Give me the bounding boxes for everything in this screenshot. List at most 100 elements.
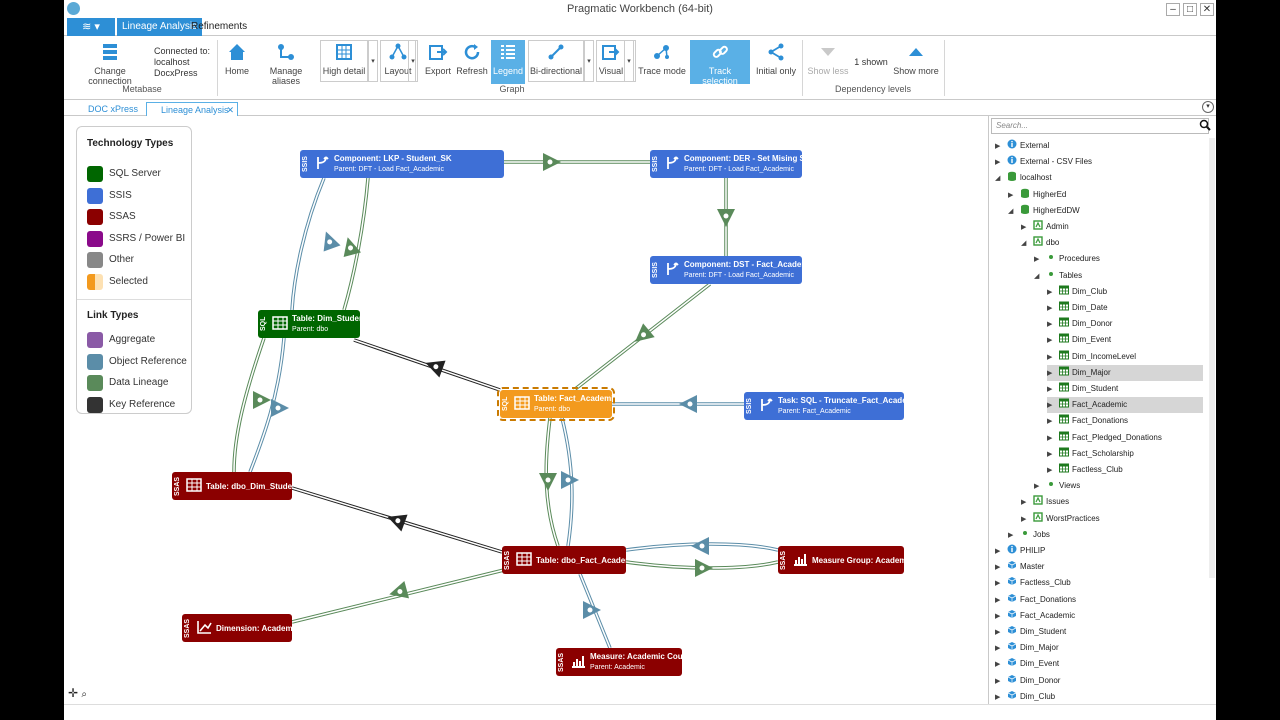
tree-expand-icon[interactable]: ▶ — [1047, 333, 1059, 349]
tree-expand-icon[interactable]: ▶ — [1047, 301, 1059, 317]
tabs-menu-icon[interactable]: ▾ — [1202, 101, 1214, 113]
tree-item[interactable]: ▶ Dim_IncomeLevel — [1047, 349, 1203, 365]
tree-expand-icon[interactable]: ◢ — [995, 171, 1007, 187]
tree-item[interactable]: ▶ Fact_Donations — [1047, 413, 1203, 429]
high-detail-button[interactable]: High detail — [321, 40, 367, 84]
tree-expand-icon[interactable]: ▶ — [1034, 252, 1046, 268]
close-icon[interactable]: ✕ — [1200, 3, 1214, 16]
node-ssasfact[interactable]: SSAS Table: dbo_Fact_Academic — [502, 546, 626, 574]
tree-expand-icon[interactable]: ▶ — [1047, 285, 1059, 301]
tree-item[interactable]: ▶ Factless_Club — [1047, 462, 1203, 478]
node-measuregroup[interactable]: SSAS Measure Group: Academic — [778, 546, 904, 574]
tree-item[interactable]: ▶ Dim_Donor — [1047, 316, 1203, 332]
visual-dropdown[interactable]: ▾ — [624, 40, 634, 82]
tree-expand-icon[interactable]: ▶ — [1008, 528, 1020, 544]
close-tab-icon[interactable]: ✕ — [226, 103, 234, 117]
tree-expand-icon[interactable]: ▶ — [1021, 495, 1033, 511]
tree-item[interactable]: ▶ Views — [1034, 478, 1203, 494]
tree-expand-icon[interactable]: ◢ — [1008, 204, 1020, 220]
tree-expand-icon[interactable]: ◢ — [1034, 269, 1046, 285]
tree-item[interactable]: ▶ Procedures — [1034, 251, 1203, 267]
edge-lkp-dim-ref[interactable] — [291, 177, 325, 311]
edge-dim-fact-key[interactable] — [353, 339, 501, 391]
bidirectional-dropdown[interactable]: ▾ — [584, 40, 594, 82]
change-connection-button[interactable]: Change connection — [72, 40, 148, 86]
tree-expand-icon[interactable]: ▶ — [1047, 463, 1059, 479]
initial-only-button[interactable]: Initial only — [754, 40, 798, 84]
visual-button[interactable]: Visual — [597, 40, 625, 84]
tree-expand-icon[interactable]: ▶ — [995, 560, 1007, 576]
tree-expand-icon[interactable]: ▶ — [995, 625, 1007, 641]
node-dimstudent[interactable]: SQL Table: Dim_Student Parent: dbo — [258, 310, 360, 338]
tab-lineage-analysis-doc[interactable]: Lineage Analysis ✕ — [146, 102, 238, 116]
node-der[interactable]: SSIS Component: DER - Set Mising SKs Paren… — [650, 150, 802, 178]
home-button[interactable]: Home — [222, 40, 252, 84]
tree-item[interactable]: ▶ Admin — [1021, 219, 1203, 235]
bidirectional-button[interactable]: Bi-directional — [529, 40, 583, 84]
tree-item[interactable]: ◢ localhost — [995, 170, 1203, 186]
tree-item[interactable]: ▶ External - CSV Files — [995, 154, 1203, 170]
node-ssasdim[interactable]: SSAS Table: dbo_Dim_Student — [172, 472, 292, 500]
tree-item[interactable]: ▶ Fact_Pledged_Donations — [1047, 430, 1203, 446]
tree-expand-icon[interactable]: ▶ — [1021, 512, 1033, 528]
layout-dropdown[interactable]: ▾ — [408, 40, 418, 82]
tree-expand-icon[interactable]: ▶ — [1047, 398, 1059, 414]
tree-item[interactable]: ▶ Dim_Student — [1047, 381, 1203, 397]
node-lkp[interactable]: SSIS Component: LKP - Student_SK Parent: D… — [300, 150, 504, 178]
tree-expand-icon[interactable]: ▶ — [1021, 220, 1033, 236]
tree-expand-icon[interactable]: ▶ — [995, 139, 1007, 155]
tree-item[interactable]: ▶ Dim_Major — [1047, 364, 1203, 382]
tree-item[interactable]: ▶ Fact_Donations — [995, 592, 1203, 608]
zoom-icon[interactable]: ⌕ — [81, 689, 87, 700]
tree-item[interactable]: ▶ Dim_Donor — [995, 673, 1203, 689]
tree-item[interactable]: ◢ HigherEdDW — [1008, 203, 1203, 219]
tree-expand-icon[interactable]: ▶ — [995, 690, 1007, 704]
tree-expand-icon[interactable]: ▶ — [1047, 366, 1059, 382]
tree-expand-icon[interactable]: ▶ — [995, 641, 1007, 657]
pan-icon[interactable]: ✛ — [68, 686, 78, 700]
node-measure[interactable]: SSAS Measure: Academic Count Parent: Acade… — [556, 648, 682, 676]
track-selection-toggle[interactable]: Track selection — [690, 40, 750, 86]
tree-item[interactable]: ▶ Dim_Date — [1047, 300, 1203, 316]
node-dimension[interactable]: SSAS Dimension: Academic — [182, 614, 292, 642]
tree-item[interactable]: ▶ External — [995, 138, 1203, 154]
tree-item[interactable]: ▶ Dim_Event — [1047, 332, 1203, 348]
tree-item[interactable]: ◢ Tables — [1034, 268, 1203, 284]
tree-item[interactable]: ▶ HigherEd — [1008, 187, 1203, 203]
app-menu-button[interactable]: ≋ ▾ — [67, 18, 115, 36]
high-detail-dropdown[interactable]: ▾ — [368, 40, 378, 82]
minimize-icon[interactable]: – — [1166, 3, 1180, 16]
tree-item[interactable]: ▶ PHILIP — [995, 543, 1203, 559]
tree-expand-icon[interactable]: ▶ — [995, 155, 1007, 171]
tree-item[interactable]: ▶ Dim_Student — [995, 624, 1203, 640]
tree-expand-icon[interactable]: ▶ — [1047, 447, 1059, 463]
search-icon[interactable] — [1199, 119, 1211, 131]
show-less-button[interactable]: Show less — [806, 40, 850, 84]
tab-doc-xpress[interactable]: DOC xPress — [74, 102, 138, 116]
tree-expand-icon[interactable]: ▶ — [995, 593, 1007, 609]
tree-expand-icon[interactable]: ▶ — [1047, 317, 1059, 333]
tree-item[interactable]: ▶ Jobs — [1008, 527, 1203, 543]
node-task[interactable]: SSIS Task: SQL - Truncate_Fact_Academic Pa… — [744, 392, 904, 420]
tree-expand-icon[interactable]: ▶ — [995, 674, 1007, 690]
tree-item[interactable]: ▶ Dim_Club — [1047, 284, 1203, 300]
tree-item[interactable]: ▶ Fact_Academic — [995, 608, 1203, 624]
manage-aliases-button[interactable]: Manage aliases — [257, 40, 315, 86]
tree-expand-icon[interactable]: ▶ — [1047, 350, 1059, 366]
lineage-graph-canvas[interactable]: SSIS Component: LKP - Student_SK Parent: D… — [64, 116, 988, 704]
edge-lkp-dim-ref[interactable] — [290, 177, 326, 311]
trace-mode-button[interactable]: Trace mode — [638, 40, 686, 84]
tree-expand-icon[interactable]: ▶ — [1047, 431, 1059, 447]
tree-expand-icon[interactable]: ▶ — [1008, 188, 1020, 204]
tree-expand-icon[interactable]: ▶ — [995, 544, 1007, 560]
tree-item[interactable]: ▶ Fact_Scholarship — [1047, 446, 1203, 462]
tree-item[interactable]: ◢ dbo — [1021, 235, 1203, 251]
tree-item[interactable]: ▶ Factless_Club — [995, 575, 1203, 591]
legend-toggle[interactable]: Legend — [491, 40, 525, 84]
tree-item[interactable]: ▶ WorstPractices — [1021, 511, 1203, 527]
refresh-button[interactable]: Refresh — [456, 40, 488, 84]
node-dst[interactable]: SSIS Component: DST - Fact_Academic Parent… — [650, 256, 802, 284]
tab-refinements[interactable]: Refinements — [186, 18, 252, 36]
tree-expand-icon[interactable]: ▶ — [995, 609, 1007, 625]
export-button[interactable]: Export — [424, 40, 452, 84]
